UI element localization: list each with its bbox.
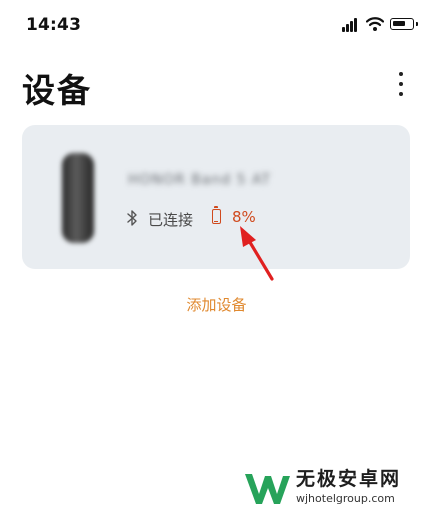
battery-low-icon: [212, 206, 221, 224]
watermark-url: wjhotelgroup.com: [296, 492, 395, 505]
battery-percentage: 8%: [232, 208, 256, 226]
wifi-icon: [366, 17, 384, 31]
more-vertical-icon[interactable]: [389, 68, 413, 102]
watermark-title: 无极安卓网: [296, 468, 402, 490]
watermark-logo-icon: [245, 474, 290, 504]
connection-status: 已连接: [148, 211, 194, 229]
device-name: HONOR Band 5 AT: [128, 172, 272, 188]
status-bar: 14:43: [0, 0, 428, 52]
page-title: 设备: [22, 71, 92, 110]
device-image: [62, 153, 94, 243]
watermark: 无极安卓网 wjhotelgroup.com: [242, 462, 428, 512]
device-card[interactable]: HONOR Band 5 AT 已连接 8%: [22, 125, 410, 269]
add-device-button[interactable]: 添加设备: [0, 294, 428, 315]
signal-icon: [342, 18, 360, 32]
battery-icon: [390, 18, 418, 30]
bluetooth-icon: [127, 210, 137, 226]
status-time: 14:43: [26, 15, 82, 35]
